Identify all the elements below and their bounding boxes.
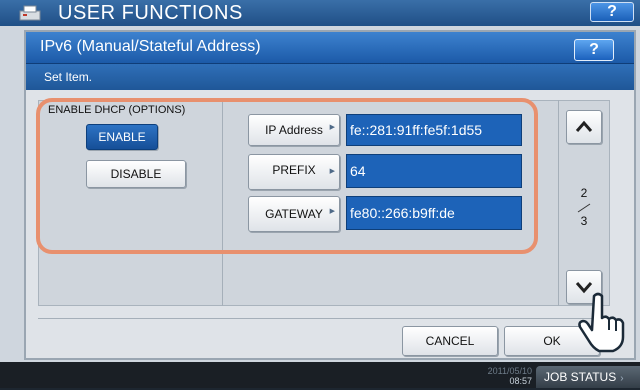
printer-icon	[19, 5, 41, 21]
dialog-title: IPv6 (Manual/Stateful Address)	[40, 38, 261, 55]
page-separator	[577, 203, 591, 213]
job-status-button[interactable]: JOB STATUS ›	[536, 366, 640, 388]
ok-label: OK	[543, 334, 561, 348]
app-help-button[interactable]: ?	[590, 2, 634, 22]
clock-date: 2011/05/10	[487, 366, 532, 376]
dialog-subtitle-bar: Set Item.	[26, 64, 634, 90]
chevron-up-icon	[575, 120, 593, 132]
dialog-subtitle: Set Item.	[44, 70, 93, 84]
page-up-button[interactable]	[566, 110, 602, 144]
chevron-right-icon: ›	[620, 373, 624, 384]
page-total: 3	[580, 214, 588, 228]
clock-time: 08:57	[509, 376, 532, 386]
divider	[38, 318, 610, 319]
divider	[558, 100, 559, 306]
pointer-hand-icon	[578, 292, 625, 353]
job-status-label: JOB STATUS	[544, 370, 617, 384]
dialog-help-button[interactable]: ?	[574, 39, 614, 61]
cancel-label: CANCEL	[425, 334, 475, 348]
focus-highlight	[36, 98, 538, 254]
dialog-title-bar: IPv6 (Manual/Stateful Address) ?	[26, 32, 634, 64]
cancel-button[interactable]: CANCEL	[402, 326, 498, 356]
app-title: USER FUNCTIONS	[58, 2, 243, 24]
clock: 2011/05/10 08:57	[472, 366, 532, 386]
page-current: 2	[580, 186, 588, 200]
